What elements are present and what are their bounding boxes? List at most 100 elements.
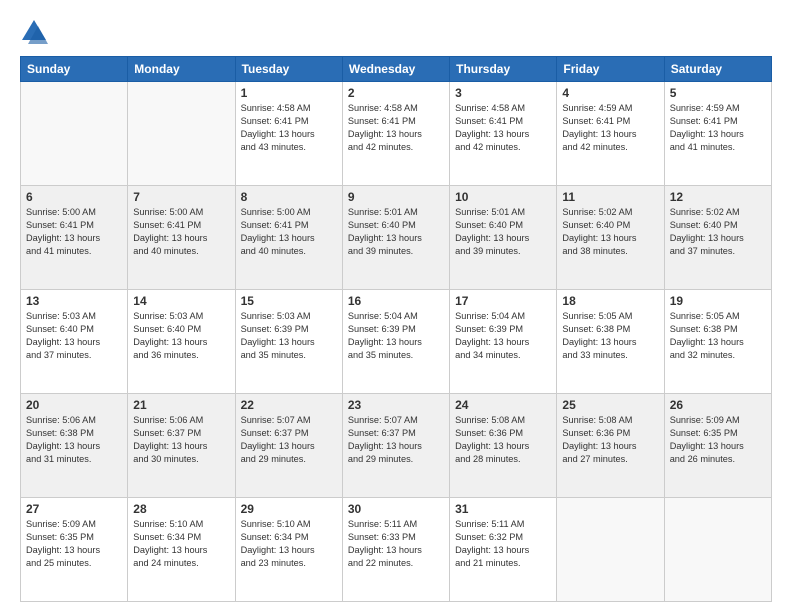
calendar-cell: 29 Sunrise: 5:10 AM Sunset: 6:34 PM Dayli…: [235, 498, 342, 602]
day-number: 13: [26, 294, 122, 308]
calendar-cell: 14 Sunrise: 5:03 AM Sunset: 6:40 PM Dayli…: [128, 290, 235, 394]
day-info: Sunrise: 4:59 AM Sunset: 6:41 PM Dayligh…: [670, 102, 766, 154]
col-header-sunday: Sunday: [21, 57, 128, 82]
day-number: 27: [26, 502, 122, 516]
day-info: Sunrise: 5:07 AM Sunset: 6:37 PM Dayligh…: [348, 414, 444, 466]
calendar-header-row: SundayMondayTuesdayWednesdayThursdayFrid…: [21, 57, 772, 82]
day-number: 4: [562, 86, 658, 100]
day-info: Sunrise: 5:04 AM Sunset: 6:39 PM Dayligh…: [348, 310, 444, 362]
day-info: Sunrise: 5:02 AM Sunset: 6:40 PM Dayligh…: [670, 206, 766, 258]
calendar-cell: 16 Sunrise: 5:04 AM Sunset: 6:39 PM Dayli…: [342, 290, 449, 394]
day-info: Sunrise: 5:03 AM Sunset: 6:40 PM Dayligh…: [133, 310, 229, 362]
calendar-cell: 28Sunrise: 5:10 AM Sunset: 6:34 PM Dayli…: [128, 498, 235, 602]
day-number: 23: [348, 398, 444, 412]
day-number: 17: [455, 294, 551, 308]
calendar-week-row: 6 Sunrise: 5:00 AM Sunset: 6:41 PM Daylig…: [21, 186, 772, 290]
day-info: Sunrise: 5:09 AM Sunset: 6:35 PM Dayligh…: [26, 518, 122, 570]
calendar-cell: 21Sunrise: 5:06 AM Sunset: 6:37 PM Dayli…: [128, 394, 235, 498]
day-number: 26: [670, 398, 766, 412]
day-number: 16: [348, 294, 444, 308]
day-info: Sunrise: 4:58 AM Sunset: 6:41 PM Dayligh…: [348, 102, 444, 154]
col-header-wednesday: Wednesday: [342, 57, 449, 82]
day-info: Sunrise: 5:11 AM Sunset: 6:32 PM Dayligh…: [455, 518, 551, 570]
day-number: 28: [133, 502, 229, 516]
day-info: Sunrise: 4:59 AM Sunset: 6:41 PM Dayligh…: [562, 102, 658, 154]
day-number: 3: [455, 86, 551, 100]
calendar-week-row: 1 Sunrise: 4:58 AM Sunset: 6:41 PM Daylig…: [21, 82, 772, 186]
col-header-thursday: Thursday: [450, 57, 557, 82]
day-info: Sunrise: 4:58 AM Sunset: 6:41 PM Dayligh…: [241, 102, 337, 154]
day-number: 30: [348, 502, 444, 516]
calendar-cell: 9 Sunrise: 5:01 AM Sunset: 6:40 PM Daylig…: [342, 186, 449, 290]
logo: [20, 18, 52, 46]
calendar-cell: 19 Sunrise: 5:05 AM Sunset: 6:38 PM Dayli…: [664, 290, 771, 394]
day-number: 22: [241, 398, 337, 412]
day-info: Sunrise: 4:58 AM Sunset: 6:41 PM Dayligh…: [455, 102, 551, 154]
calendar-cell: 2 Sunrise: 4:58 AM Sunset: 6:41 PM Daylig…: [342, 82, 449, 186]
day-number: 21: [133, 398, 229, 412]
day-info: Sunrise: 5:07 AM Sunset: 6:37 PM Dayligh…: [241, 414, 337, 466]
day-info: Sunrise: 5:05 AM Sunset: 6:38 PM Dayligh…: [562, 310, 658, 362]
calendar-cell: 27 Sunrise: 5:09 AM Sunset: 6:35 PM Dayli…: [21, 498, 128, 602]
calendar-cell: 13 Sunrise: 5:03 AM Sunset: 6:40 PM Dayli…: [21, 290, 128, 394]
day-number: 14: [133, 294, 229, 308]
day-number: 19: [670, 294, 766, 308]
calendar-cell: 25Sunrise: 5:08 AM Sunset: 6:36 PM Dayli…: [557, 394, 664, 498]
day-number: 1: [241, 86, 337, 100]
day-number: 20: [26, 398, 122, 412]
col-header-saturday: Saturday: [664, 57, 771, 82]
day-number: 24: [455, 398, 551, 412]
calendar-cell: 1 Sunrise: 4:58 AM Sunset: 6:41 PM Daylig…: [235, 82, 342, 186]
calendar: SundayMondayTuesdayWednesdayThursdayFrid…: [20, 56, 772, 602]
calendar-cell: 5 Sunrise: 4:59 AM Sunset: 6:41 PM Daylig…: [664, 82, 771, 186]
col-header-tuesday: Tuesday: [235, 57, 342, 82]
day-number: 12: [670, 190, 766, 204]
day-number: 29: [241, 502, 337, 516]
calendar-cell: 23 Sunrise: 5:07 AM Sunset: 6:37 PM Dayli…: [342, 394, 449, 498]
day-info: Sunrise: 5:09 AM Sunset: 6:35 PM Dayligh…: [670, 414, 766, 466]
calendar-cell: 6Sunrise: 5:00 AM Sunset: 6:41 PM Daylig…: [21, 186, 128, 290]
day-number: 9: [348, 190, 444, 204]
day-info: Sunrise: 5:03 AM Sunset: 6:39 PM Dayligh…: [241, 310, 337, 362]
day-info: Sunrise: 5:04 AM Sunset: 6:39 PM Dayligh…: [455, 310, 551, 362]
day-info: Sunrise: 5:10 AM Sunset: 6:34 PM Dayligh…: [241, 518, 337, 570]
day-number: 31: [455, 502, 551, 516]
day-number: 6: [26, 190, 122, 204]
day-info: Sunrise: 5:01 AM Sunset: 6:40 PM Dayligh…: [348, 206, 444, 258]
calendar-cell: 15Sunrise: 5:03 AM Sunset: 6:39 PM Dayli…: [235, 290, 342, 394]
calendar-cell: [664, 498, 771, 602]
calendar-cell: 4 Sunrise: 4:59 AM Sunset: 6:41 PM Daylig…: [557, 82, 664, 186]
calendar-cell: 7Sunrise: 5:00 AM Sunset: 6:41 PM Daylig…: [128, 186, 235, 290]
calendar-cell: 8Sunrise: 5:00 AM Sunset: 6:41 PM Daylig…: [235, 186, 342, 290]
day-number: 11: [562, 190, 658, 204]
day-number: 10: [455, 190, 551, 204]
day-number: 2: [348, 86, 444, 100]
logo-icon: [20, 18, 48, 46]
col-header-monday: Monday: [128, 57, 235, 82]
header: [20, 18, 772, 46]
day-number: 18: [562, 294, 658, 308]
col-header-friday: Friday: [557, 57, 664, 82]
calendar-cell: 18 Sunrise: 5:05 AM Sunset: 6:38 PM Dayli…: [557, 290, 664, 394]
calendar-cell: 3 Sunrise: 4:58 AM Sunset: 6:41 PM Daylig…: [450, 82, 557, 186]
day-number: 5: [670, 86, 766, 100]
calendar-cell: 31 Sunrise: 5:11 AM Sunset: 6:32 PM Dayli…: [450, 498, 557, 602]
calendar-week-row: 13 Sunrise: 5:03 AM Sunset: 6:40 PM Dayli…: [21, 290, 772, 394]
day-number: 25: [562, 398, 658, 412]
day-info: Sunrise: 5:00 AM Sunset: 6:41 PM Dayligh…: [241, 206, 337, 258]
day-info: Sunrise: 5:08 AM Sunset: 6:36 PM Dayligh…: [455, 414, 551, 466]
day-info: Sunrise: 5:03 AM Sunset: 6:40 PM Dayligh…: [26, 310, 122, 362]
calendar-week-row: 20Sunrise: 5:06 AM Sunset: 6:38 PM Dayli…: [21, 394, 772, 498]
day-info: Sunrise: 5:01 AM Sunset: 6:40 PM Dayligh…: [455, 206, 551, 258]
day-info: Sunrise: 5:11 AM Sunset: 6:33 PM Dayligh…: [348, 518, 444, 570]
calendar-week-row: 27 Sunrise: 5:09 AM Sunset: 6:35 PM Dayli…: [21, 498, 772, 602]
day-info: Sunrise: 5:02 AM Sunset: 6:40 PM Dayligh…: [562, 206, 658, 258]
calendar-cell: 22 Sunrise: 5:07 AM Sunset: 6:37 PM Dayli…: [235, 394, 342, 498]
calendar-cell: 26 Sunrise: 5:09 AM Sunset: 6:35 PM Dayli…: [664, 394, 771, 498]
page: SundayMondayTuesdayWednesdayThursdayFrid…: [0, 0, 792, 612]
day-info: Sunrise: 5:05 AM Sunset: 6:38 PM Dayligh…: [670, 310, 766, 362]
calendar-cell: [21, 82, 128, 186]
calendar-cell: [557, 498, 664, 602]
calendar-cell: 24 Sunrise: 5:08 AM Sunset: 6:36 PM Dayli…: [450, 394, 557, 498]
calendar-cell: 20Sunrise: 5:06 AM Sunset: 6:38 PM Dayli…: [21, 394, 128, 498]
